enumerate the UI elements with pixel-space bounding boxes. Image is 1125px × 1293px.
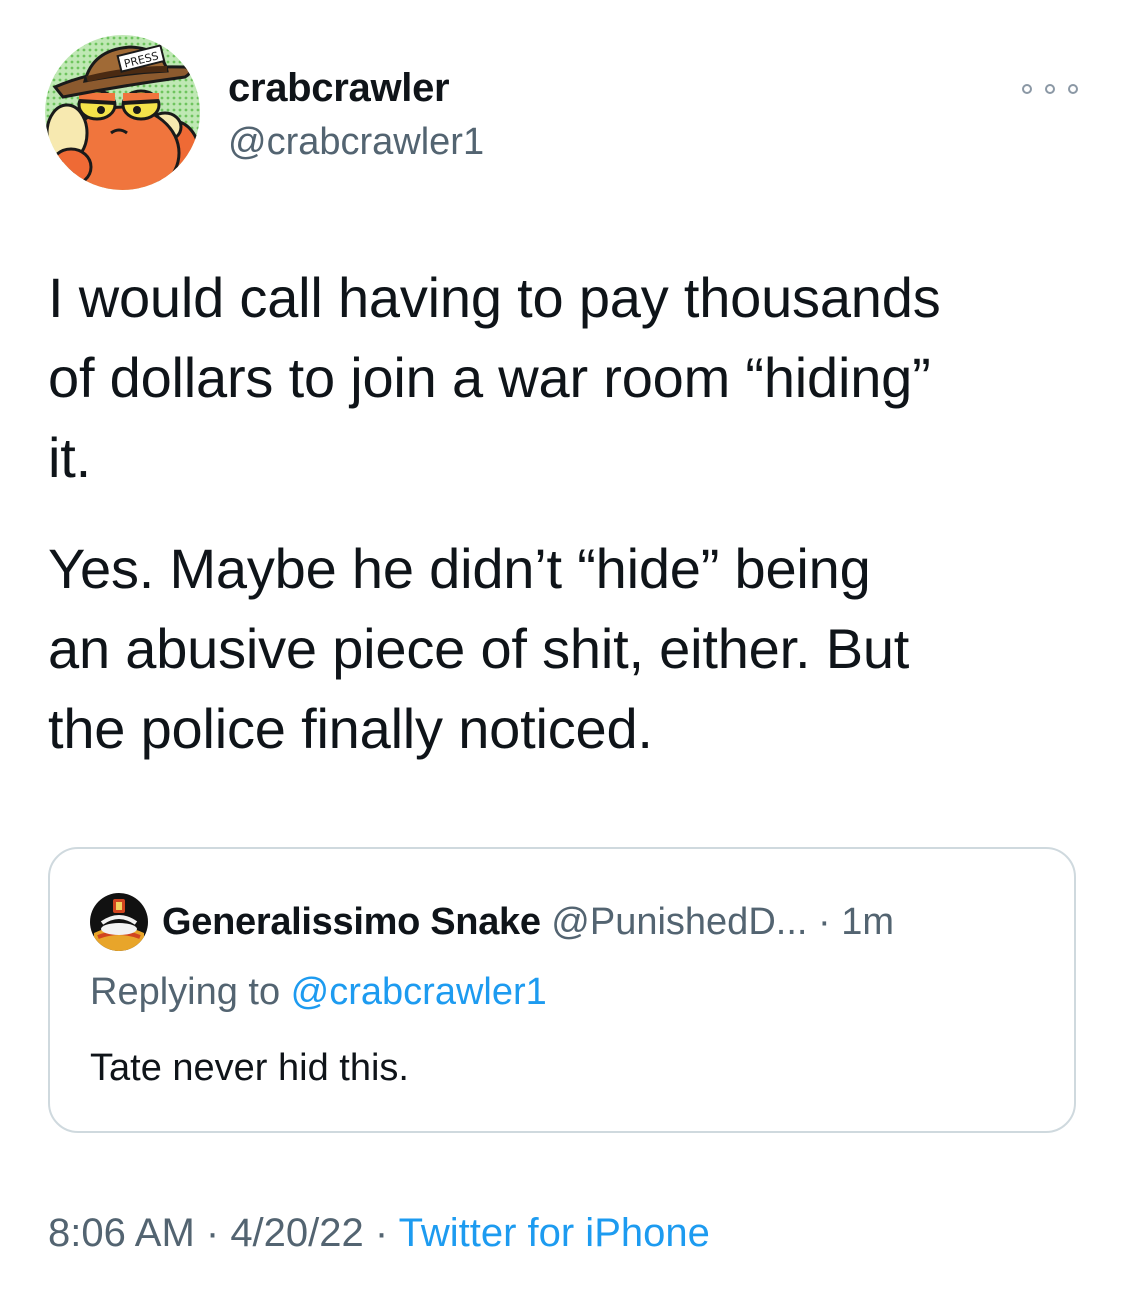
more-horizontal-icon-dot <box>1068 84 1078 94</box>
quoted-tweet-time[interactable]: 1m <box>841 901 894 943</box>
author-handle[interactable]: @crabcrawler1 <box>228 118 484 166</box>
tweet-text: I would call having to pay thousands of … <box>48 258 1088 769</box>
tweet-meta: 8:06 AM · 4/20/22 · Twitter for iPhone <box>48 1208 710 1258</box>
separator-dot: · <box>807 901 842 943</box>
quoted-tweet-header: Generalissimo Snake @PunishedD... · 1m <box>162 899 894 945</box>
quoted-tweet-text: Tate never hid this. <box>90 1047 409 1089</box>
more-options-button[interactable] <box>1022 74 1078 104</box>
crab-avatar-illustration: PRESS <box>45 35 200 190</box>
quoted-author-handle[interactable]: @PunishedD... <box>551 901 807 943</box>
more-horizontal-icon-dot <box>1045 84 1055 94</box>
replying-to-link[interactable]: @crabcrawler1 <box>291 971 547 1013</box>
more-horizontal-icon <box>1022 84 1032 94</box>
tweet: PRESS crabcrawler @crabcrawler1 I would … <box>0 0 1125 1293</box>
snake-avatar-illustration <box>90 893 148 951</box>
tweet-time[interactable]: 8:06 AM <box>48 1211 195 1255</box>
tweet-paragraph: Yes. Maybe he didn’t “hide” being an abu… <box>48 537 910 760</box>
tweet-paragraph: I would call having to pay thousands of … <box>48 266 941 489</box>
quoted-tweet-card[interactable]: Generalissimo Snake @PunishedD... · 1m R… <box>48 847 1076 1133</box>
author-avatar[interactable]: PRESS <box>45 35 200 190</box>
separator-dot: · <box>194 1211 231 1255</box>
quoted-author-name[interactable]: Generalissimo Snake <box>162 901 541 943</box>
replying-prefix: Replying to <box>90 971 291 1013</box>
separator-dot: · <box>363 1211 399 1255</box>
replying-to-line: Replying to @crabcrawler1 <box>90 969 547 1015</box>
quoted-author-avatar[interactable] <box>90 893 148 951</box>
tweet-source-link[interactable]: Twitter for iPhone <box>399 1211 710 1255</box>
author-display-name[interactable]: crabcrawler <box>228 64 450 112</box>
tweet-date[interactable]: 4/20/22 <box>230 1211 363 1255</box>
